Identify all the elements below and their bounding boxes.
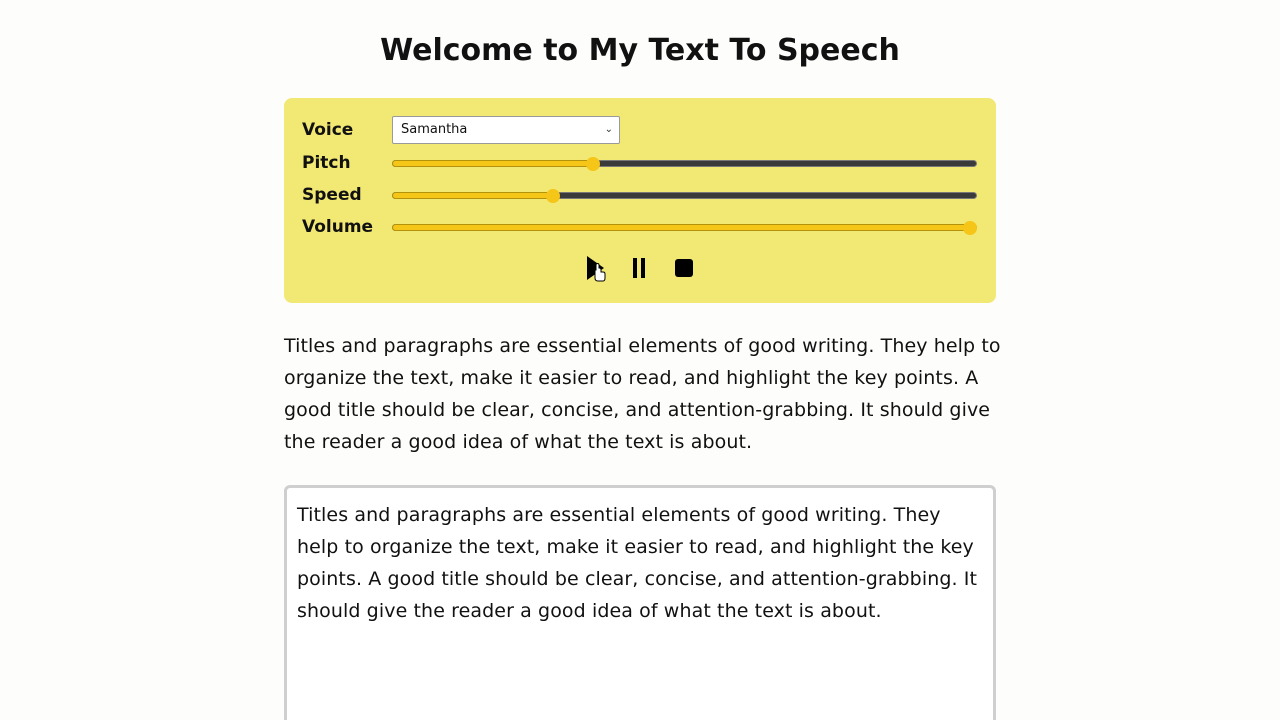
- slider-fill: [392, 160, 594, 167]
- intro-paragraph: Titles and paragraphs are essential elem…: [284, 335, 1001, 453]
- slider-thumb[interactable]: [546, 189, 561, 203]
- slider-thumb[interactable]: [586, 157, 601, 171]
- volume-slider[interactable]: [392, 221, 977, 235]
- voice-select-value: Samantha: [401, 122, 468, 137]
- chevron-down-icon: ⌄: [604, 124, 613, 135]
- text-input[interactable]: Titles and paragraphs are essential elem…: [284, 485, 996, 720]
- pitch-label: Pitch: [302, 153, 351, 173]
- page: Welcome to My Text To Speech Voice Saman…: [0, 0, 1280, 720]
- slider-fill: [392, 192, 554, 199]
- play-button[interactable]: [584, 254, 608, 282]
- voice-label: Voice: [302, 120, 354, 140]
- speed-label: Speed: [302, 185, 362, 205]
- pause-icon: [633, 258, 645, 278]
- volume-label: Volume: [302, 217, 374, 237]
- voice-select[interactable]: Samantha ⌄: [392, 116, 620, 144]
- playback-controls: [284, 254, 996, 282]
- slider-fill: [392, 224, 970, 231]
- speed-slider[interactable]: [392, 189, 977, 203]
- stop-icon: [675, 259, 693, 277]
- controls-panel: Voice Samantha ⌄ Pitch Speed Volume: [284, 98, 996, 303]
- stop-button[interactable]: [672, 254, 696, 282]
- slider-thumb[interactable]: [963, 221, 977, 235]
- page-title: Welcome to My Text To Speech: [380, 33, 900, 68]
- pitch-slider[interactable]: [392, 157, 977, 171]
- pause-button[interactable]: [628, 254, 652, 282]
- play-icon: [587, 256, 606, 282]
